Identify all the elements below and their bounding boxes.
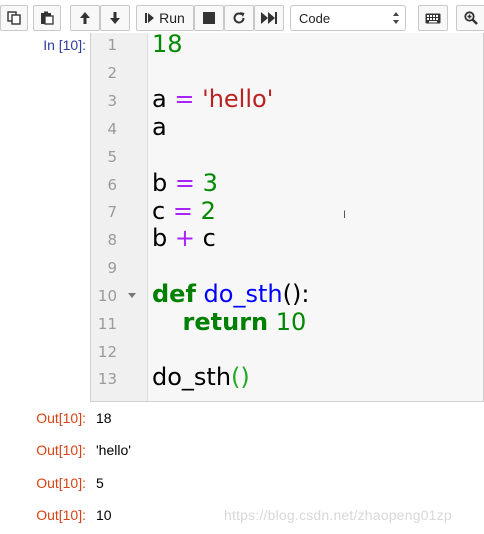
code-token: b [152,224,168,252]
line-number: 11 [97,315,117,333]
fold-arrow-icon[interactable] [128,293,136,298]
code-token: c [202,224,216,252]
line-number: 2 [107,64,117,82]
code-token: (): [282,280,310,308]
paste-button[interactable] [33,5,61,31]
run-all-button[interactable] [254,5,284,31]
code-line-3: a = 'hello' [152,85,273,113]
code-editor[interactable]: 1 2 3 4 5 6 7 8 9 10 11 12 13 18 a = 'he… [90,33,484,402]
line-number: 12 [97,343,117,361]
line-number: 5 [107,148,117,166]
output-value: 5 [96,475,104,491]
line-number: 10 [97,287,117,305]
code-token: b [152,169,168,197]
select-arrows-icon [392,11,400,25]
text-cursor-icon: I [343,209,347,221]
code-line-13: do_sth() [152,363,250,391]
code-token: a [152,113,167,141]
paste-icon [40,11,54,25]
code-token: = [167,169,203,197]
arrow-up-icon [78,11,92,25]
code-token: 'hello' [202,85,274,113]
output-value: 10 [96,507,112,523]
line-number: 6 [107,176,117,194]
run-button[interactable]: Run [136,5,194,31]
move-down-button[interactable] [100,5,130,31]
copy-icon [7,11,21,25]
notebook-toolbar: Run Code [0,0,484,36]
run-label: Run [159,10,185,26]
line-number: 3 [107,92,117,110]
line-number: 4 [107,120,117,138]
code-line-11: return 10 [152,308,307,336]
code-line-8: b + c [152,224,216,252]
output-row: Out[10]: 'hello' [0,438,484,462]
line-number: 1 [107,36,117,54]
code-token: 10 [275,308,307,336]
code-line-6: b = 3 [152,169,218,197]
line-number: 9 [107,259,117,277]
input-prompt: In [10]: [43,37,86,53]
cell-type-value: Code [299,10,331,26]
code-token: = [166,85,203,113]
code-token: c [152,197,166,225]
restart-button[interactable] [224,5,254,31]
code-token: do_sth [203,280,283,308]
line-number: 7 [107,203,117,221]
code-token: return [182,308,269,336]
output-prompt: Out[10]: [36,475,86,491]
code-line-4: a [152,113,167,141]
cell-type-select[interactable]: Code [290,5,406,31]
step-forward-icon [145,12,155,24]
copy-button[interactable] [0,5,28,31]
code-token: def [152,280,196,308]
output-value: 18 [96,410,112,426]
interrupt-button[interactable] [194,5,224,31]
watermark: https://blog.csdn.net/zhaopeng01zp [224,507,452,523]
move-up-button[interactable] [70,5,100,31]
line-number: 13 [97,370,117,388]
arrow-down-icon [108,11,122,25]
zoom-icon [464,11,478,25]
code-token: a [152,85,167,113]
code-token: () [231,363,250,391]
command-palette-button[interactable] [418,5,448,31]
code-token: + [167,224,203,252]
output-row: Out[10]: 5 [0,471,484,495]
output-prompt: Out[10]: [36,507,86,523]
code-token: do_sth [152,363,232,391]
restart-icon [232,11,246,25]
output-row: Out[10]: 18 [0,406,484,430]
code-line-7: c = 2 [152,197,216,225]
fast-forward-icon [261,12,277,24]
code-line-10: def do_sth(): [152,280,309,308]
output-prompt: Out[10]: [36,410,86,426]
zoom-button[interactable] [456,5,484,31]
code-token: 2 [200,197,216,225]
code-token: = [165,197,201,225]
output-value: 'hello' [96,442,131,458]
keyboard-icon [425,13,441,24]
code-line-1: 18 [152,33,183,58]
code-token: 18 [152,33,183,58]
line-number: 8 [107,231,117,249]
output-prompt: Out[10]: [36,442,86,458]
stop-icon [203,12,215,24]
code-token: 3 [202,169,218,197]
